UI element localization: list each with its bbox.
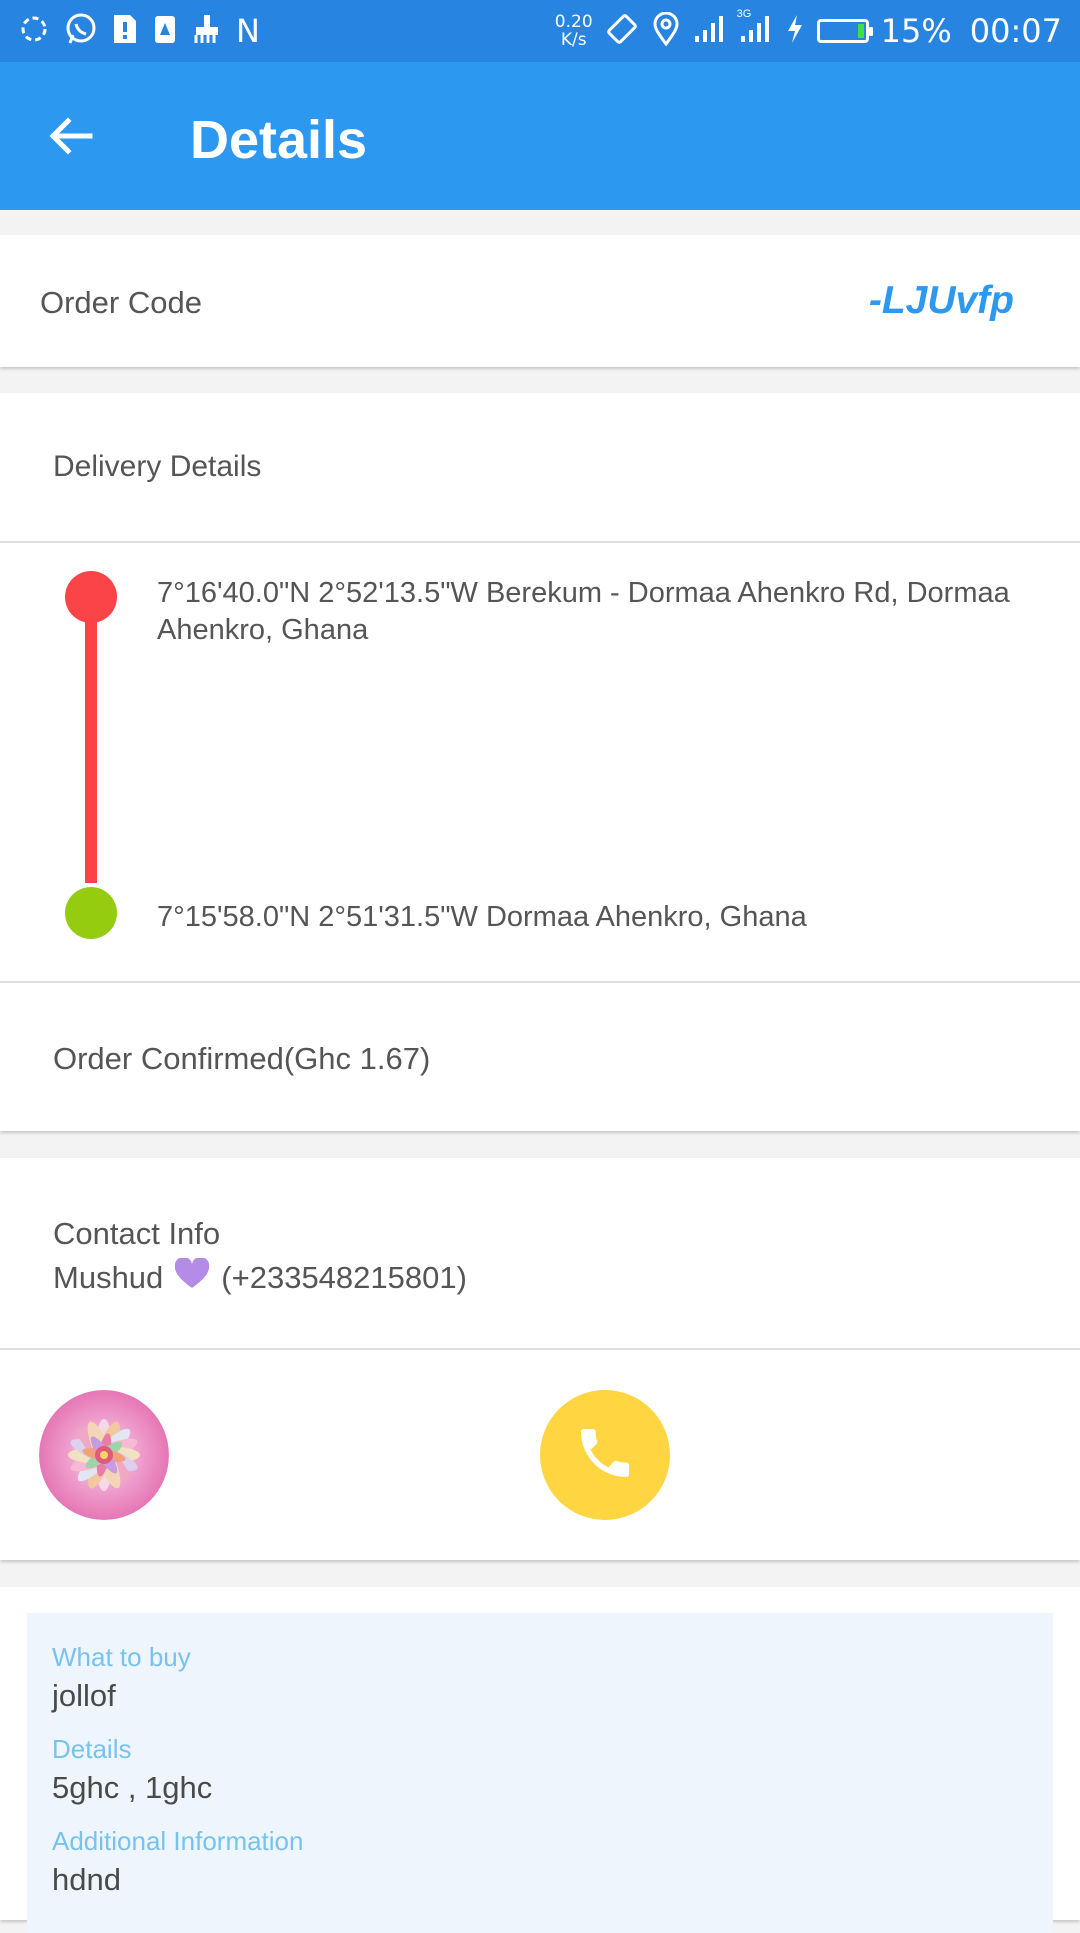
network-type-label: 3G: [736, 7, 752, 20]
order-request-card: What to buy jollof Details 5ghc , 1ghc A…: [0, 1587, 1080, 1933]
rotate-icon: [605, 12, 639, 51]
whatsapp-icon: [64, 12, 98, 51]
speed-unit: K/s: [560, 30, 587, 50]
contact-name: Mushud: [53, 1260, 164, 1295]
additional-info-value: hdnd: [52, 1862, 121, 1897]
dropoff-marker: [65, 887, 117, 939]
purple-heart-icon: [173, 1256, 211, 1298]
order-request-details: What to buy jollof Details 5ghc , 1ghc A…: [27, 1613, 1053, 1933]
contact-info-card: Contact Info Mushud (+233548215801): [0, 1158, 1080, 1560]
details-value: 5ghc , 1ghc: [52, 1770, 213, 1805]
charging-icon: [785, 13, 805, 50]
sim-card-icon: [112, 13, 138, 50]
route-line: [85, 593, 97, 883]
battery-saver-icon: [152, 13, 178, 50]
avatar[interactable]: [39, 1390, 169, 1520]
battery-fill: [857, 24, 864, 38]
cleaner-icon: [192, 13, 222, 50]
battery-percent: 15%: [880, 12, 952, 50]
order-code-card: Order Code -LJUvfp: [0, 235, 1080, 367]
order-code-label: Order Code: [40, 285, 202, 320]
status-right-icons: 0.20 K/s 3G 15% 00:07: [555, 8, 1062, 54]
clock: 00:07: [969, 12, 1062, 50]
contact-phone[interactable]: (+233548215801): [221, 1260, 467, 1296]
dropoff-address: 7°15'58.0"N 2°51'31.5"W Dormaa Ahenkro, …: [157, 901, 807, 933]
order-code-value: -LJUvfp: [868, 279, 1014, 322]
page-title: Details: [190, 110, 368, 170]
arrow-left-icon: [46, 112, 94, 165]
contact-details: Mushud (+233548215801): [53, 1256, 467, 1298]
notification-n-icon: N: [236, 12, 260, 50]
battery-icon: [816, 19, 873, 43]
what-to-buy-value: jollof: [52, 1678, 116, 1713]
delivery-details-heading: Delivery Details: [53, 450, 262, 483]
signal-icon: [693, 14, 727, 49]
status-bar: N 0.20 K/s 3G 15% 00:07: [0, 0, 1080, 62]
network-speed: 0.20 K/s: [555, 13, 593, 49]
order-status-text: Order Confirmed(Ghc 1.67): [53, 1041, 431, 1076]
app-bar: Details: [0, 62, 1080, 210]
what-to-buy-label: What to buy: [52, 1642, 191, 1672]
back-button[interactable]: [34, 102, 106, 174]
contact-info-heading: Contact Info: [53, 1216, 221, 1251]
location-icon: [651, 11, 681, 51]
divider: [0, 541, 1080, 543]
pickup-marker: [65, 571, 117, 623]
additional-info-label: Additional Information: [52, 1826, 304, 1856]
phone-icon: [573, 1421, 637, 1490]
sync-icon: [18, 13, 50, 50]
status-left-icons: N: [18, 12, 260, 50]
flower-avatar-image: [39, 1390, 169, 1520]
signal-3g-icon: 3G: [737, 8, 773, 49]
divider: [0, 981, 1080, 983]
divider: [0, 1348, 1080, 1350]
speed-value: 0.20: [554, 12, 593, 32]
call-button[interactable]: [540, 1390, 670, 1520]
details-label: Details: [52, 1734, 132, 1764]
delivery-details-card: Delivery Details 7°16'40.0"N 2°52'13.5"W…: [0, 393, 1080, 1131]
pickup-address: 7°16'40.0"N 2°52'13.5"W Berekum - Dormaa…: [157, 577, 1010, 646]
